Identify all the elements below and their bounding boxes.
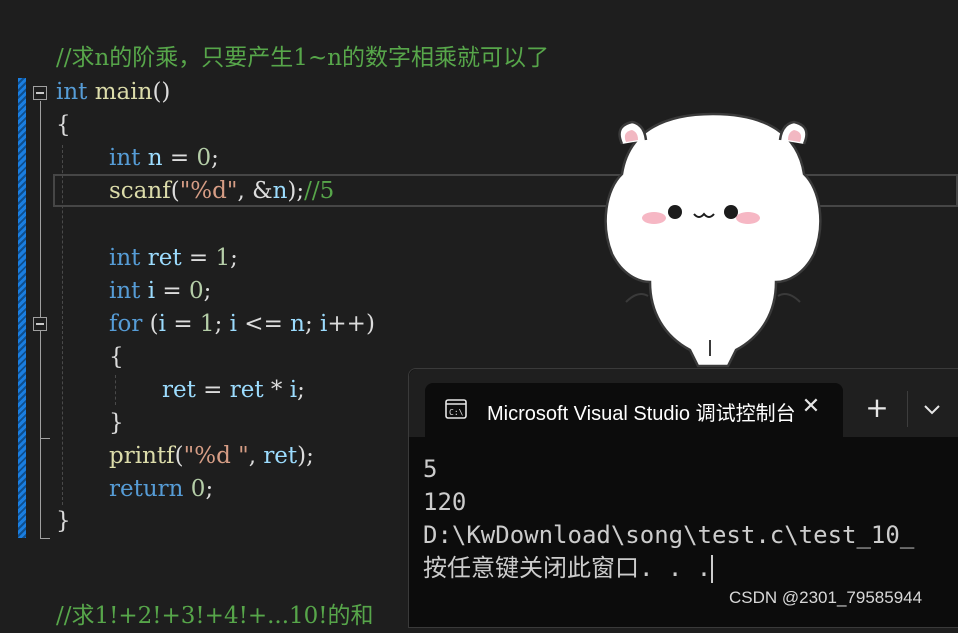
keyword: int: [109, 278, 141, 304]
punctuation: (): [152, 79, 171, 105]
variable: ret: [147, 245, 182, 271]
number: 0: [189, 278, 204, 304]
code-line-scanf: scanf("%d", &n);//5: [109, 175, 334, 208]
svg-text:C:\: C:\: [449, 408, 464, 417]
punctuation: ;: [230, 245, 238, 271]
punctuation: ,: [248, 443, 264, 469]
punctuation: ;: [214, 311, 230, 337]
chevron-down-icon[interactable]: [921, 395, 943, 423]
terminal-tab[interactable]: C:\ Microsoft Visual Studio 调试控制台 ✕: [425, 383, 843, 437]
variable: i: [289, 377, 298, 403]
function-name: main: [94, 79, 153, 105]
code-line-int-n: int n = 0;: [109, 142, 219, 175]
number: 1: [215, 245, 231, 271]
divider: [907, 391, 908, 427]
collapse-icon[interactable]: [33, 317, 47, 331]
string-literal: "%d ": [183, 443, 249, 469]
number: 0: [196, 145, 212, 171]
variable: i: [147, 278, 156, 304]
punctuation: ;: [211, 145, 219, 171]
code-comment: //求1!+2!+3!+4!+...10!的和: [56, 603, 374, 629]
punctuation: , &: [237, 178, 273, 204]
variable: n: [147, 145, 163, 171]
code-line-int-ret: int ret = 1;: [109, 242, 238, 275]
terminal-output: 5 120 D:\KwDownload\song\test.c\test_10_…: [423, 453, 958, 585]
punctuation: );: [287, 178, 305, 204]
tab-title: Microsoft Visual Studio 调试控制台: [487, 403, 796, 425]
code-line-int-i: int i = 0;: [109, 275, 211, 308]
variable: n: [272, 178, 288, 204]
code-line-brace: }: [109, 410, 124, 436]
variable: ret: [263, 443, 298, 469]
punctuation: ;: [205, 476, 214, 502]
variable: n: [290, 311, 305, 337]
punctuation: ;: [297, 377, 305, 403]
punctuation: );: [297, 443, 314, 469]
code-line-brace: {: [56, 112, 71, 138]
code-line-for: for (i = 1; i <= n; i++): [109, 308, 375, 341]
close-icon[interactable]: ✕: [797, 393, 825, 421]
output-line: D:\KwDownload\song\test.c\test_10_: [423, 521, 915, 549]
change-indicator-bar: [18, 78, 26, 538]
output-text: 按任意键关闭此窗口. . .: [423, 554, 712, 582]
code-line-brace: }: [56, 508, 71, 534]
output-line-prompt: 按任意键关闭此窗口. . .: [423, 552, 958, 585]
text-cursor: [711, 555, 714, 583]
add-tab-icon[interactable]: +: [863, 394, 891, 423]
variable: ret: [229, 377, 264, 403]
punctuation: ++): [327, 311, 375, 337]
watermark: CSDN @2301_79585944: [729, 588, 923, 607]
operator: =: [162, 145, 197, 171]
keyword: return: [109, 476, 184, 502]
code-line-ret-mul: ret = ret * i;: [162, 374, 305, 407]
code-line-main: int main(): [56, 76, 170, 109]
indent-guide: [115, 375, 116, 405]
fold-guide-for-end: [40, 438, 50, 439]
output-line: 5: [423, 455, 438, 483]
function-name: scanf: [109, 178, 171, 204]
operator: <=: [236, 311, 291, 337]
punctuation: (: [170, 178, 180, 204]
operator: =: [195, 377, 230, 403]
keyword: for: [109, 311, 143, 337]
string-literal: "%d": [179, 178, 238, 204]
code-line-printf: printf("%d ", ret);: [109, 440, 314, 473]
fold-guide-main-end: [40, 538, 50, 539]
operator: *: [263, 377, 290, 403]
punctuation: ;: [203, 278, 212, 304]
terminal-titlebar: C:\ Microsoft Visual Studio 调试控制台 ✕ +: [409, 369, 958, 437]
operator: =: [155, 278, 189, 304]
punctuation: (: [142, 311, 159, 337]
variable: ret: [162, 377, 196, 403]
code-line-brace: {: [109, 344, 124, 370]
code-comment: //求n的阶乘，只要产生1~n的数字相乘就可以了: [56, 45, 550, 71]
keyword: int: [56, 79, 88, 105]
punctuation: (: [174, 443, 184, 469]
keyword: int: [109, 245, 141, 271]
sticker-bear: [604, 112, 822, 368]
output-line: 120: [423, 488, 467, 516]
operator: =: [181, 245, 216, 271]
number: 0: [190, 476, 206, 502]
code-comment: //5: [304, 178, 335, 204]
number: 1: [199, 311, 215, 337]
console-app-icon: C:\: [445, 399, 467, 419]
keyword: int: [109, 145, 141, 171]
function-name: printf: [109, 443, 175, 469]
punctuation: ;: [304, 311, 321, 337]
code-line-return: return 0;: [109, 473, 213, 506]
variable: i: [229, 311, 237, 337]
operator: =: [166, 311, 200, 337]
collapse-icon[interactable]: [33, 86, 47, 100]
variable: i: [158, 311, 167, 337]
